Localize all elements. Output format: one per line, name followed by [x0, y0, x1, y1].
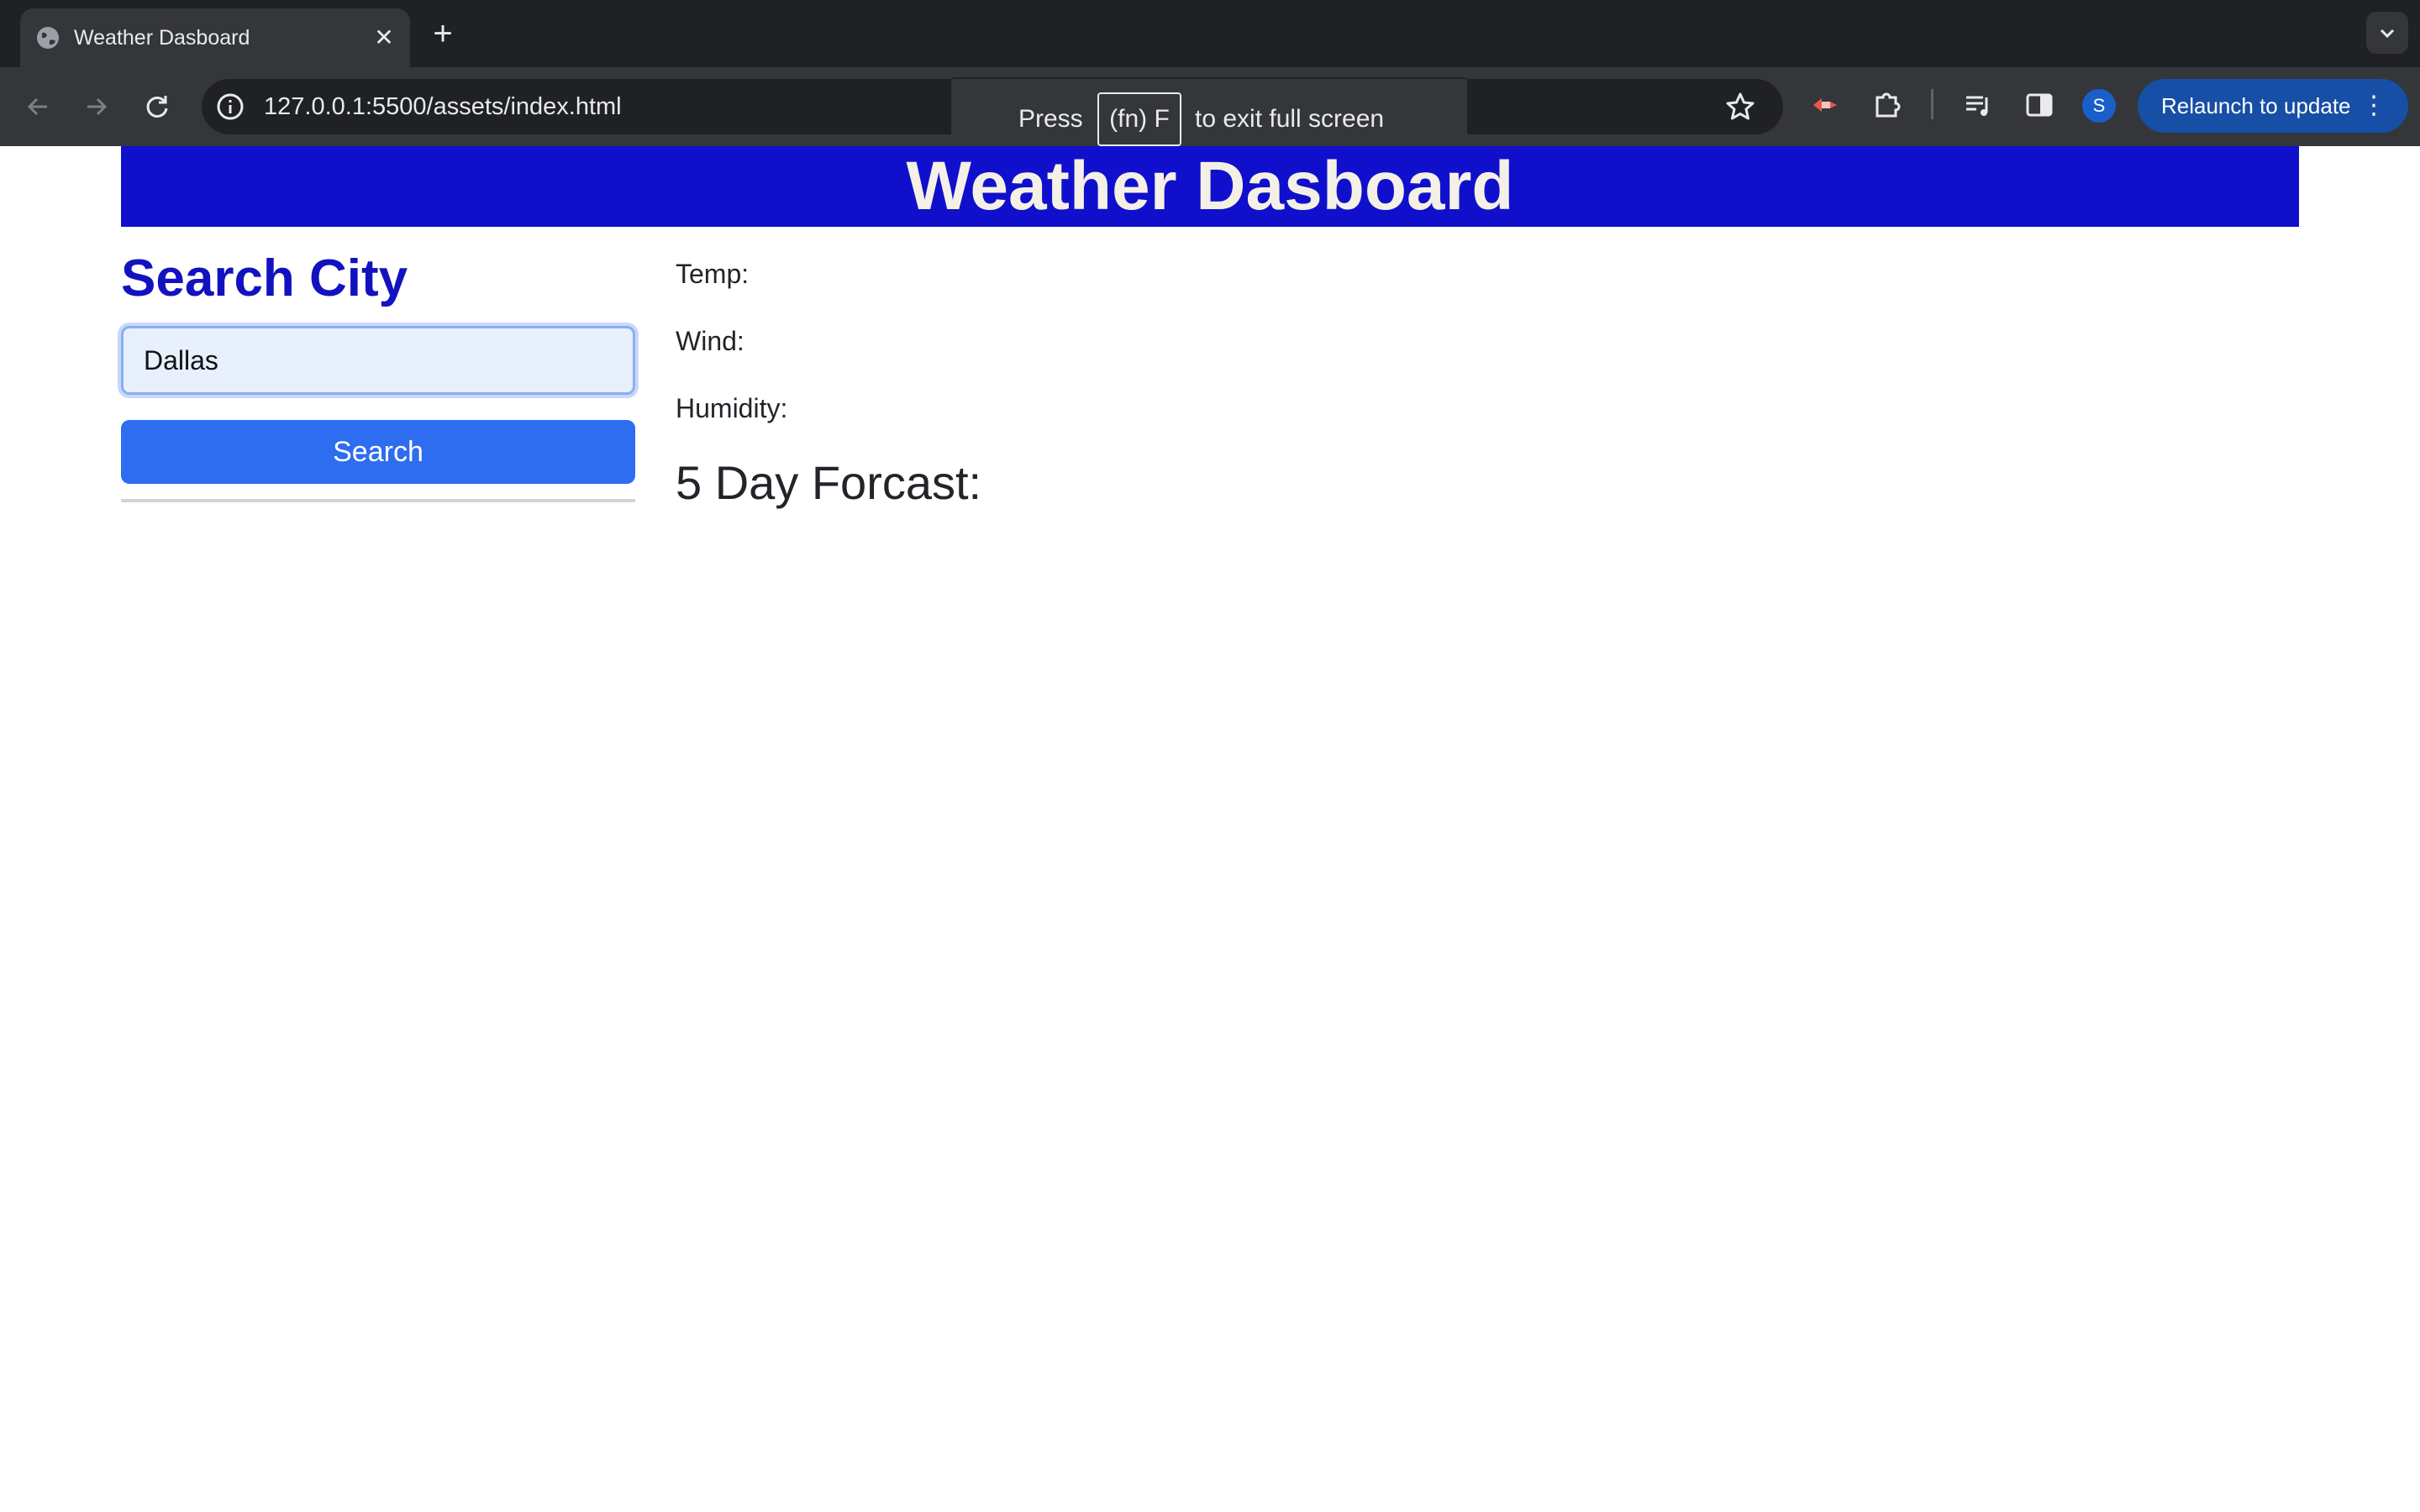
tab-search-button[interactable]: [2366, 12, 2408, 54]
side-panel-icon[interactable]: [2022, 87, 2057, 123]
toast-key: (fn) F: [1097, 92, 1181, 146]
reload-icon[interactable]: [138, 87, 176, 126]
forecast-heading: 5 Day Forcast:: [676, 456, 982, 509]
relaunch-button[interactable]: Relaunch to update ⋮: [2138, 79, 2408, 133]
fullscreen-toast: Press (fn) F to exit full screen: [951, 77, 1467, 156]
page-header: Weather Dasboard: [121, 146, 2299, 227]
forward-icon[interactable]: [77, 87, 116, 126]
city-search-input[interactable]: [121, 326, 635, 395]
tab-title: Weather Dasboard: [74, 26, 250, 50]
globe-icon: [37, 27, 59, 49]
plus-icon[interactable]: +: [425, 17, 460, 52]
tab-strip: Weather Dasboard ✕ +: [0, 0, 2420, 67]
relaunch-label: Relaunch to update: [2161, 93, 2351, 118]
puzzle-icon[interactable]: [1870, 87, 1906, 123]
page-title: Weather Dasboard: [906, 148, 1514, 224]
toast-suffix: to exit full screen: [1195, 105, 1385, 133]
chevron-down-icon: [2380, 29, 2395, 39]
more-vert-icon[interactable]: ⋮: [2361, 79, 2386, 133]
media-icon[interactable]: [1961, 87, 1996, 123]
toast-prefix: Press: [1018, 105, 1083, 133]
profile-avatar[interactable]: S: [2082, 89, 2116, 123]
url-text: 127.0.0.1:5500/assets/index.html: [264, 93, 622, 120]
toolbar-divider: [1931, 89, 1933, 119]
wind-label: Wind:: [676, 326, 744, 356]
back-icon[interactable]: [18, 87, 57, 126]
temp-label: Temp:: [676, 259, 750, 289]
sidebar-divider: [121, 499, 635, 502]
browser-tab[interactable]: Weather Dasboard ✕: [20, 8, 410, 67]
info-icon[interactable]: [215, 92, 245, 122]
humidity-label: Humidity:: [676, 393, 788, 423]
extension-icon[interactable]: [1808, 87, 1844, 123]
search-city-heading: Search City: [121, 249, 408, 307]
close-icon[interactable]: ✕: [370, 24, 398, 52]
star-icon[interactable]: [1724, 91, 1756, 123]
search-button[interactable]: Search: [121, 420, 635, 484]
